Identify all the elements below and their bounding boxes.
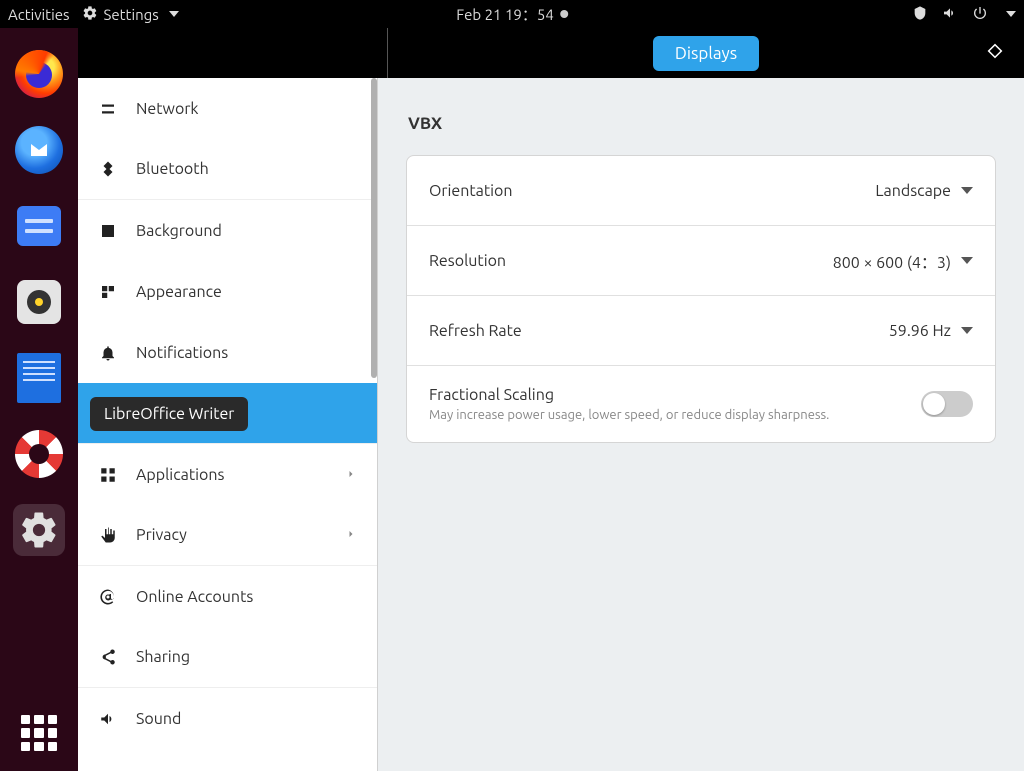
app-menu[interactable]: Settings xyxy=(82,5,179,24)
row-refresh-rate[interactable]: Refresh Rate 59.96 Hz xyxy=(407,296,995,366)
chevron-right-icon xyxy=(345,466,357,484)
sidebar-item-sharing[interactable]: Sharing xyxy=(78,627,377,688)
power-icon[interactable] xyxy=(972,5,988,24)
files-icon xyxy=(17,206,61,246)
clock[interactable]: Feb 21 19：54 xyxy=(456,4,554,25)
writer-icon xyxy=(17,353,61,403)
sidebar-item-label: Online Accounts xyxy=(136,588,253,606)
sidebar-item-bluetooth[interactable]: Bluetooth xyxy=(78,139,377,200)
dock-thunderbird[interactable] xyxy=(13,124,65,176)
orientation-widget-icon[interactable] xyxy=(986,42,1004,64)
volume-icon[interactable] xyxy=(942,5,958,24)
settings-sidebar: Network Bluetooth Background Appearance … xyxy=(78,78,378,771)
sidebar-item-network[interactable]: Network xyxy=(78,78,377,139)
search-icon xyxy=(98,403,118,423)
sidebar-item-label: Sharing xyxy=(136,648,190,666)
chevron-right-icon xyxy=(345,526,357,544)
row-label: Resolution xyxy=(429,252,506,270)
app-menu-label: Settings xyxy=(104,6,159,23)
row-label: Orientation xyxy=(429,182,513,200)
display-name: VBX xyxy=(408,114,996,133)
dock-settings[interactable] xyxy=(13,504,65,556)
sidebar-item-notifications[interactable]: Notifications xyxy=(78,322,377,383)
row-value: Landscape xyxy=(875,182,951,200)
sidebar-item-label: Network xyxy=(136,100,198,118)
row-value: 59.96 Hz xyxy=(889,322,951,340)
gear-icon xyxy=(82,5,98,24)
notification-dot-icon xyxy=(560,10,568,18)
sidebar-item-online-accounts[interactable]: Online Accounts xyxy=(78,566,377,627)
sidebar-item-appearance[interactable]: Appearance xyxy=(78,261,377,322)
sidebar-item-label: Sound xyxy=(136,710,181,728)
sidebar-item-label: Bluetooth xyxy=(136,160,209,178)
chevron-down-icon xyxy=(961,257,973,264)
sound-icon xyxy=(98,709,118,729)
lifebuoy-icon xyxy=(15,430,63,478)
at-icon xyxy=(98,587,118,607)
row-value: 800 × 600 (4：3) xyxy=(833,249,951,273)
row-label: Refresh Rate xyxy=(429,322,522,340)
dock xyxy=(0,28,78,771)
bluetooth-icon xyxy=(98,159,118,179)
top-panel: Activities Settings Feb 21 19：54 xyxy=(0,0,1024,28)
chevron-down-icon xyxy=(961,327,973,334)
scrollbar[interactable] xyxy=(371,78,377,378)
share-icon xyxy=(98,647,118,667)
settings-list: Orientation Landscape Resolution 800 × 6… xyxy=(406,155,996,443)
sidebar-item-label: Notifications xyxy=(136,344,228,362)
hand-icon xyxy=(98,525,118,545)
shield-icon[interactable] xyxy=(912,5,928,24)
system-menu-chevron-icon[interactable] xyxy=(1006,11,1016,17)
picture-icon xyxy=(98,221,118,241)
sidebar-item-label: Background xyxy=(136,222,222,240)
bell-icon xyxy=(98,343,118,363)
network-icon xyxy=(98,99,118,119)
dock-rhythmbox[interactable] xyxy=(13,276,65,328)
chevron-down-icon xyxy=(169,11,179,17)
row-description: May increase power usage, lower speed, o… xyxy=(429,408,829,422)
dock-files[interactable] xyxy=(13,200,65,252)
show-apps-button[interactable] xyxy=(21,715,57,751)
sidebar-item-label: Privacy xyxy=(136,526,187,544)
headerbar: Displays xyxy=(78,28,1024,78)
appearance-icon xyxy=(98,282,118,302)
dock-firefox[interactable] xyxy=(13,48,65,100)
settings-window: Displays Network Bluetooth Background Ap… xyxy=(78,28,1024,771)
row-fractional-scaling: Fractional Scaling May increase power us… xyxy=(407,366,995,442)
activities-button[interactable]: Activities xyxy=(8,6,70,23)
fractional-scaling-toggle[interactable] xyxy=(921,391,973,417)
speaker-icon xyxy=(17,280,61,324)
content-pane: VBX Orientation Landscape Resolution 800… xyxy=(378,78,1024,771)
sidebar-item-label: Applications xyxy=(136,466,224,484)
sidebar-item-label: Appearance xyxy=(136,283,222,301)
gear-icon xyxy=(15,506,63,554)
row-resolution[interactable]: Resolution 800 × 600 (4：3) xyxy=(407,226,995,296)
sidebar-item-applications[interactable]: Applications xyxy=(78,444,377,505)
row-label: Fractional Scaling xyxy=(429,386,829,404)
window-title: Displays xyxy=(653,36,759,71)
dock-help[interactable] xyxy=(13,428,65,480)
thunderbird-icon xyxy=(15,126,63,174)
sidebar-item-background[interactable]: Background xyxy=(78,200,377,261)
chevron-down-icon xyxy=(961,187,973,194)
firefox-icon xyxy=(15,50,63,98)
dock-writer[interactable] xyxy=(13,352,65,404)
row-orientation[interactable]: Orientation Landscape xyxy=(407,156,995,226)
sidebar-item-sound[interactable]: Sound xyxy=(78,688,377,749)
sidebar-item-privacy[interactable]: Privacy xyxy=(78,505,377,566)
sidebar-item-selected[interactable] xyxy=(78,383,377,444)
grid-icon xyxy=(98,465,118,485)
